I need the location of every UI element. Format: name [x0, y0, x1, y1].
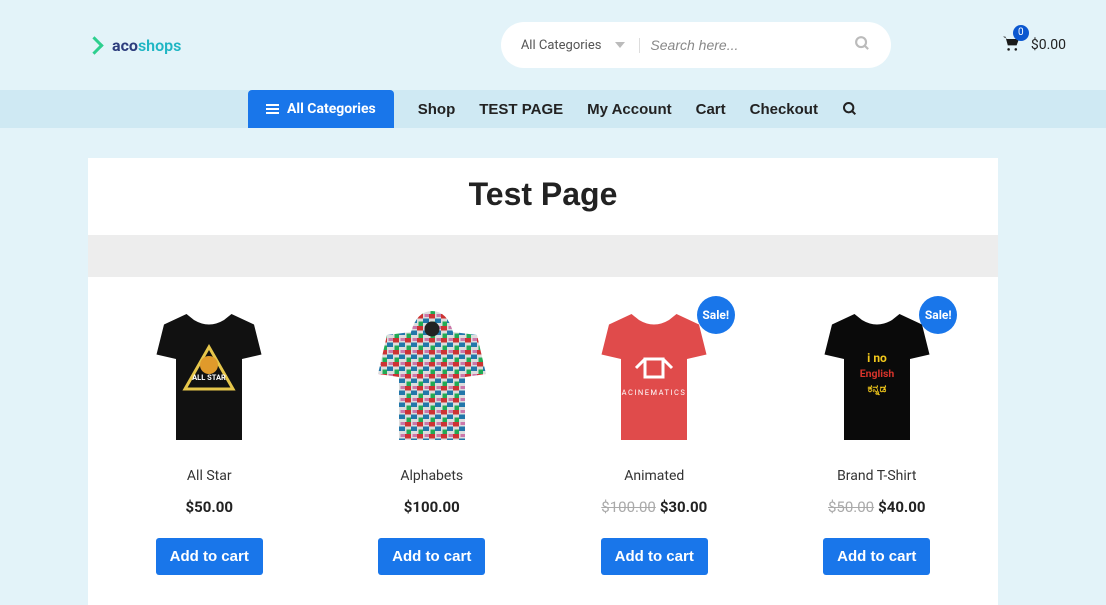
product-name[interactable]: All Star	[104, 468, 315, 484]
hamburger-icon	[266, 104, 279, 114]
main-nav: All Categories Shop TEST PAGE My Account…	[0, 90, 1106, 128]
nav-link-my-account[interactable]: My Account	[587, 90, 671, 128]
top-bar: acoshops All Categories 0 $0.00	[0, 0, 1106, 90]
search-bar: All Categories	[501, 22, 891, 68]
product-card: Alphabets $100.00 Add to cart	[327, 299, 538, 575]
category-select[interactable]: All Categories	[521, 38, 641, 53]
search-icon[interactable]	[854, 35, 871, 56]
svg-text:English: English	[859, 367, 894, 380]
category-select-label: All Categories	[521, 38, 602, 53]
product-name[interactable]: Alphabets	[327, 468, 538, 484]
svg-text:i no: i no	[867, 351, 887, 365]
sale-badge: Sale!	[697, 296, 735, 334]
product-price: $50.00	[104, 498, 315, 516]
product-price: $100.00	[327, 498, 538, 516]
page-content: Test Page ALL STAR All Star $50.00 Add	[0, 128, 1106, 605]
svg-text:ALL STAR: ALL STAR	[192, 373, 226, 382]
product-image[interactable]	[354, 299, 509, 454]
product-card: ALL STAR All Star $50.00 Add to cart	[104, 299, 315, 575]
add-to-cart-button[interactable]: Add to cart	[601, 538, 708, 575]
product-price: $50.00$40.00	[772, 498, 983, 516]
page-title: Test Page	[88, 158, 998, 235]
nav-link-cart[interactable]: Cart	[696, 90, 726, 128]
nav-link-checkout[interactable]: Checkout	[750, 90, 818, 128]
logo-text: acoshops	[112, 36, 181, 55]
svg-text:ACINEMATICS: ACINEMATICS	[622, 388, 687, 397]
product-grid: ALL STAR All Star $50.00 Add to cart	[88, 277, 998, 575]
nav-all-label: All Categories	[287, 101, 376, 117]
nav-link-test-page[interactable]: TEST PAGE	[479, 90, 563, 128]
product-card: Sale! ACINEMATICS Animated $100.00$30.00…	[549, 299, 760, 575]
add-to-cart-button[interactable]: Add to cart	[378, 538, 485, 575]
svg-text:ಕನ್ನಡ: ಕನ್ನಡ	[867, 382, 886, 396]
filter-band	[88, 235, 998, 277]
product-name[interactable]: Animated	[549, 468, 760, 484]
add-to-cart-button[interactable]: Add to cart	[156, 538, 263, 575]
cart-count-badge: 0	[1013, 25, 1029, 41]
add-to-cart-button[interactable]: Add to cart	[823, 538, 930, 575]
chevron-down-icon	[615, 42, 625, 48]
product-image[interactable]: ALL STAR	[132, 299, 287, 454]
product-card: Sale! i no English ಕನ್ನಡ Brand T-Shirt $…	[772, 299, 983, 575]
product-image[interactable]: Sale! i no English ಕನ್ನಡ	[799, 299, 954, 454]
sale-badge: Sale!	[919, 296, 957, 334]
search-input[interactable]	[650, 37, 843, 53]
nav-search-icon[interactable]	[842, 90, 858, 128]
nav-link-shop[interactable]: Shop	[418, 90, 456, 128]
product-name[interactable]: Brand T-Shirt	[772, 468, 983, 484]
mini-cart[interactable]: 0 $0.00	[1001, 35, 1066, 56]
cart-total: $0.00	[1031, 37, 1066, 53]
logo-mark-icon	[90, 37, 106, 53]
product-image[interactable]: Sale! ACINEMATICS	[577, 299, 732, 454]
content-card: Test Page ALL STAR All Star $50.00 Add	[88, 158, 998, 605]
site-logo[interactable]: acoshops	[90, 36, 181, 55]
product-price: $100.00$30.00	[549, 498, 760, 516]
nav-all-categories[interactable]: All Categories	[248, 90, 394, 128]
